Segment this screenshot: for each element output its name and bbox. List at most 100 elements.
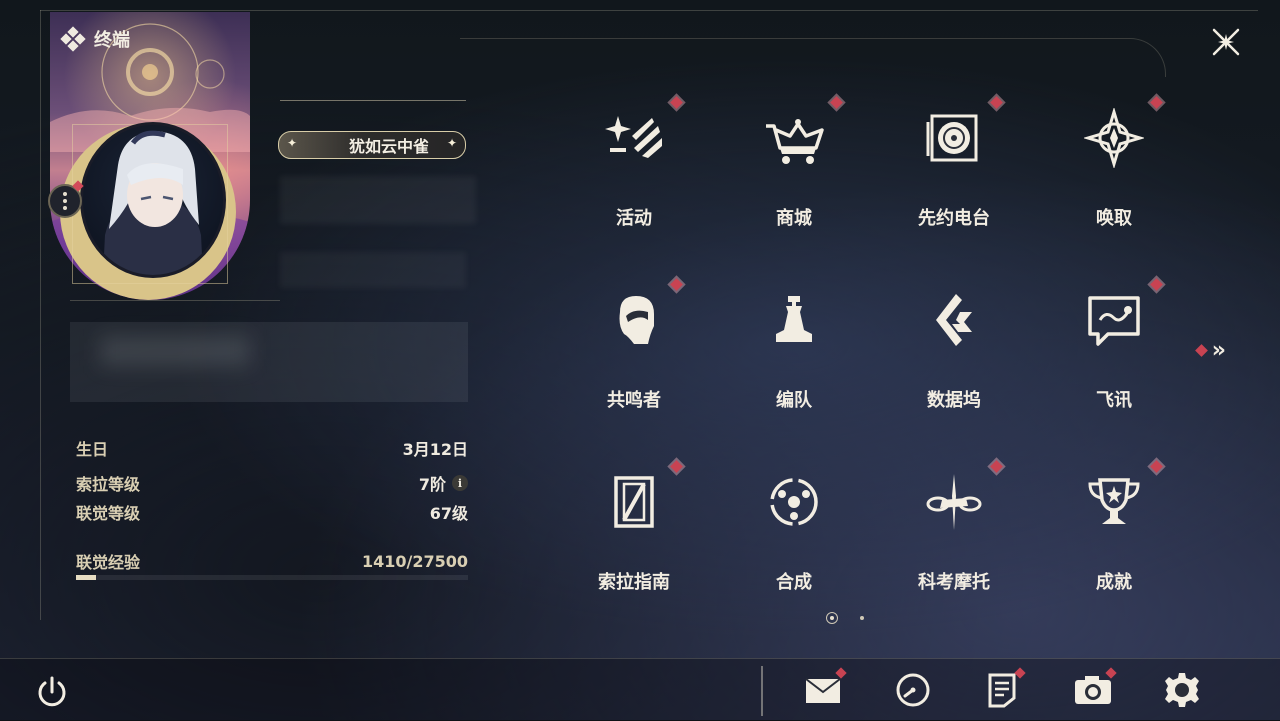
exp-progress-fill bbox=[76, 575, 97, 580]
sparkle-icon: ✦ bbox=[287, 136, 298, 150]
stat-key: 索拉等级 bbox=[76, 475, 141, 494]
double-chevron-right-icon: » bbox=[1211, 338, 1226, 363]
page-title: 终端 bbox=[94, 30, 130, 51]
clock-button[interactable] bbox=[893, 670, 933, 710]
menu-dot bbox=[63, 199, 67, 203]
resonator-head-icon bbox=[619, 296, 654, 344]
clock-icon bbox=[896, 673, 930, 707]
chat-message-icon bbox=[1088, 296, 1140, 346]
stat-key: 生日 bbox=[76, 440, 109, 459]
menu-tile-activity[interactable]: 活动 bbox=[554, 80, 714, 262]
notification-badge bbox=[830, 96, 843, 109]
menu-tile-data-dock[interactable]: 数据坞 bbox=[874, 262, 1034, 444]
name-underline bbox=[280, 100, 466, 101]
sparkle-icon: ✦ bbox=[446, 136, 457, 150]
notification-badge bbox=[1194, 344, 1208, 357]
menu-tile-summon[interactable]: 唤取 bbox=[1034, 80, 1194, 262]
menu-tile-label: 活动 bbox=[616, 208, 652, 229]
stat-value-wrap: 7阶 i bbox=[419, 471, 468, 495]
motorbike-icon bbox=[926, 474, 982, 530]
notification-badge bbox=[670, 460, 683, 473]
stat-value: 1410/27500 bbox=[361, 551, 468, 571]
blurred-signature bbox=[70, 322, 468, 402]
notes-button[interactable] bbox=[982, 667, 1026, 710]
notification-badge bbox=[670, 278, 683, 291]
menu-tile-radio[interactable]: 先约电台 bbox=[874, 80, 1034, 262]
avatar[interactable] bbox=[80, 122, 226, 278]
stat-value: 67级 bbox=[429, 504, 468, 523]
menu-tile-label: 成就 bbox=[1096, 572, 1132, 593]
trophy-icon bbox=[1088, 478, 1140, 524]
gear-icon bbox=[1165, 673, 1199, 707]
stat-key: 联觉等级 bbox=[76, 504, 141, 523]
stat-birthday: 生日 3月12日 bbox=[76, 435, 468, 461]
settings-button[interactable] bbox=[1162, 670, 1202, 710]
next-page-button[interactable]: » bbox=[1194, 338, 1226, 363]
menu-tile-label: 先约电台 bbox=[918, 208, 990, 229]
menu-tile-label: 共鸣者 bbox=[607, 390, 661, 411]
stat-key: 联觉经验 bbox=[76, 553, 141, 572]
stat-sola-level: 索拉等级 7阶 i bbox=[76, 470, 468, 496]
synthesis-icon bbox=[770, 478, 818, 526]
frame-left-line bbox=[40, 10, 41, 620]
page-indicator bbox=[826, 612, 864, 624]
terminal-diamond-icon bbox=[60, 26, 86, 52]
page-dot[interactable] bbox=[860, 616, 864, 620]
close-button[interactable] bbox=[1208, 24, 1244, 60]
camera-icon bbox=[1075, 676, 1111, 704]
mail-button[interactable] bbox=[803, 667, 847, 710]
menu-tile-label: 科考摩托 bbox=[918, 572, 990, 593]
team-chess-icon bbox=[776, 296, 812, 342]
exp-progress-bar bbox=[76, 575, 468, 580]
menu-grid: 活动 商城 先约电台 唤取 共鸣者 编队 数据坞 飞讯 索拉指南 合成 科考摩托… bbox=[554, 80, 1198, 625]
info-icon[interactable]: i bbox=[452, 475, 468, 491]
notification-badge bbox=[990, 460, 1003, 473]
bottom-bar-separator bbox=[761, 666, 763, 716]
menu-dot bbox=[63, 206, 67, 210]
close-x-icon bbox=[1212, 28, 1240, 56]
blurred-player-id bbox=[280, 252, 466, 288]
menu-tile-label: 飞讯 bbox=[1096, 390, 1132, 411]
menu-tile-label: 商城 bbox=[776, 208, 812, 229]
stat-union-exp: 联觉经验 1410/27500 bbox=[76, 548, 468, 574]
camera-button[interactable] bbox=[1073, 667, 1117, 710]
menu-tile-label: 编队 bbox=[776, 390, 812, 411]
menu-tile-label: 数据坞 bbox=[927, 390, 981, 411]
menu-tile-motorbike[interactable]: 科考摩托 bbox=[874, 444, 1034, 626]
stat-value: 3月12日 bbox=[402, 440, 468, 459]
power-icon bbox=[38, 676, 66, 707]
mail-icon bbox=[805, 678, 841, 703]
shop-cart-icon bbox=[766, 119, 824, 164]
notes-icon bbox=[988, 673, 1016, 708]
power-button[interactable] bbox=[34, 674, 70, 710]
menu-tile-messages[interactable]: 飞讯 bbox=[1034, 262, 1194, 444]
blurred-player-name bbox=[280, 176, 476, 224]
menu-tile-synthesis[interactable]: 合成 bbox=[714, 444, 874, 626]
page-dot-active[interactable] bbox=[826, 612, 838, 624]
frame-arc-line bbox=[460, 38, 1166, 77]
terminal-header: 终端 bbox=[60, 26, 130, 52]
menu-tile-label: 索拉指南 bbox=[598, 572, 670, 593]
avatar-character-art bbox=[103, 130, 203, 275]
summon-compass-icon bbox=[1084, 108, 1144, 168]
menu-tile-label: 唤取 bbox=[1096, 208, 1132, 229]
radio-record-icon bbox=[926, 114, 978, 162]
menu-tile-team[interactable]: 编队 bbox=[714, 262, 874, 444]
title-badge-label: 犹如云中雀 bbox=[348, 137, 429, 156]
notification-badge bbox=[990, 96, 1003, 109]
activity-sparkle-icon bbox=[605, 116, 662, 158]
stat-union-level: 联觉等级 67级 bbox=[76, 499, 468, 525]
data-dock-icon bbox=[936, 294, 972, 346]
menu-tile-resonators[interactable]: 共鸣者 bbox=[554, 262, 714, 444]
notification-badge bbox=[670, 96, 683, 109]
title-badge[interactable]: ✦ 犹如云中雀 ✦ bbox=[278, 131, 466, 159]
guide-book-icon bbox=[614, 476, 654, 528]
stat-value: 7阶 bbox=[418, 475, 446, 494]
notification-badge bbox=[1150, 96, 1163, 109]
menu-tile-achievements[interactable]: 成就 bbox=[1034, 444, 1194, 626]
menu-tile-shop[interactable]: 商城 bbox=[714, 80, 874, 262]
notification-badge bbox=[1150, 460, 1163, 473]
menu-dot bbox=[63, 192, 67, 196]
menu-tile-label: 合成 bbox=[776, 572, 812, 593]
menu-tile-sola-guide[interactable]: 索拉指南 bbox=[554, 444, 714, 626]
